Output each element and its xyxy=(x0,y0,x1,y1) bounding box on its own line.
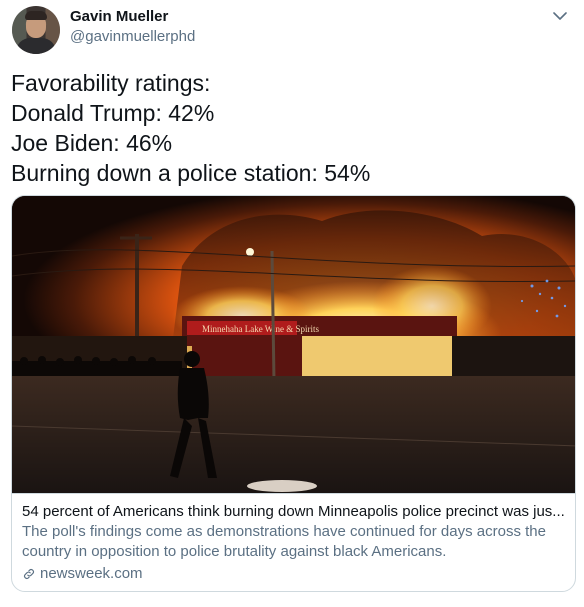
author-handle[interactable]: @gavinmuellerphd xyxy=(70,28,195,46)
avatar-hair xyxy=(25,11,47,20)
avatar[interactable] xyxy=(12,6,60,54)
store-sign: Minnehaha Lake Wine & Spirits xyxy=(202,324,319,334)
tweet-text: Favorability ratings: Donald Trump: 42% … xyxy=(11,68,571,188)
card-body[interactable]: 54 percent of Americans think burning do… xyxy=(12,493,575,591)
author-name[interactable]: Gavin Mueller xyxy=(70,8,168,26)
tweet-line: Donald Trump: 42% xyxy=(11,100,215,126)
tweet-line: Joe Biden: 46% xyxy=(11,130,173,156)
avatar-shirt xyxy=(16,38,56,54)
chevron-down-icon xyxy=(553,12,567,20)
card-image[interactable]: Minnehaha Lake Wine & Spirits xyxy=(12,196,576,493)
card-domain-text[interactable]: newsweek.com xyxy=(40,564,143,584)
card-title[interactable]: 54 percent of Americans think burning do… xyxy=(22,502,567,522)
card-description: The poll's findings come as demonstratio… xyxy=(22,523,546,560)
link-card[interactable]: Minnehaha Lake Wine & Spirits 54 percent… xyxy=(11,195,576,592)
tweet-line: Favorability ratings: xyxy=(11,70,211,96)
more-options-button[interactable] xyxy=(550,6,570,26)
card-domain[interactable]: newsweek.com xyxy=(22,564,567,584)
link-icon xyxy=(24,569,34,579)
tweet-line: Burning down a police station: 54% xyxy=(11,160,371,186)
